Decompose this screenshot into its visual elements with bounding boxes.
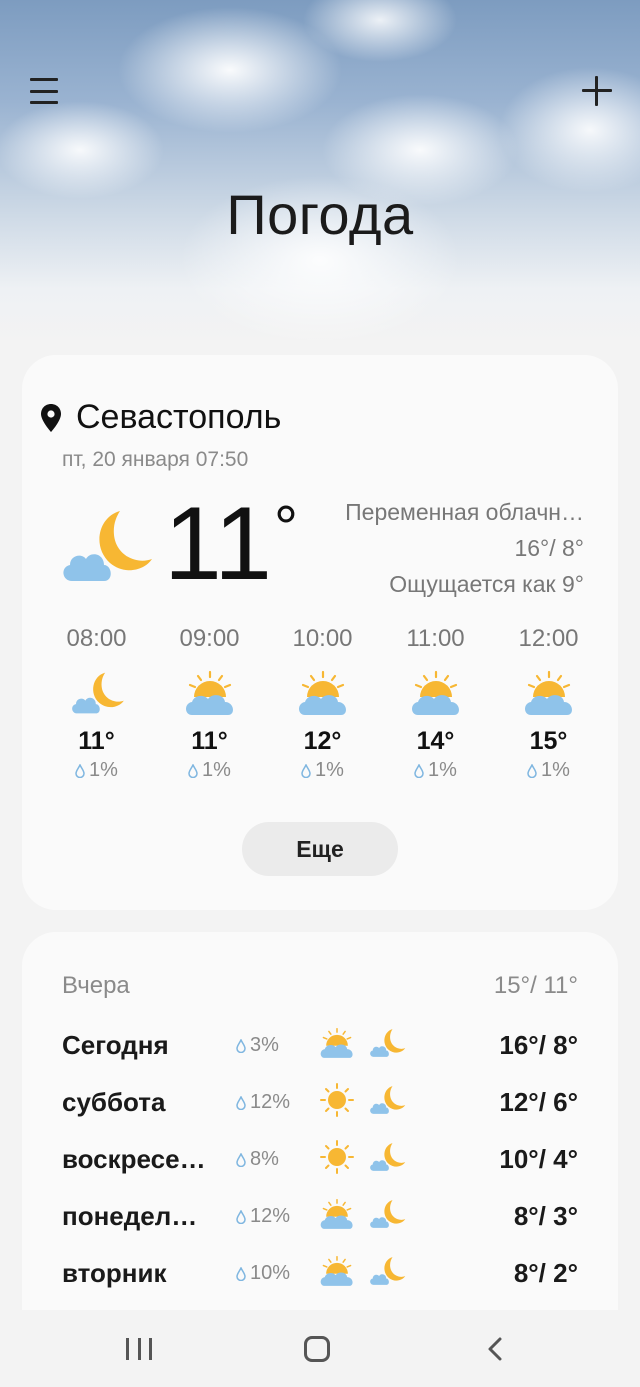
day-temperatures: 12°/ 6° <box>499 1087 578 1117</box>
sun-icon <box>318 1083 356 1117</box>
day-name: вторник <box>62 1258 167 1288</box>
hour-temperature: 14° <box>416 727 455 755</box>
hourly-item: 12:00 15° 1% <box>492 625 605 782</box>
hour-precipitation: 1% <box>492 759 605 782</box>
hour-temperature: 12° <box>303 727 342 755</box>
day-precipitation: 10% <box>236 1262 290 1285</box>
day-temperatures: 8°/ 2° <box>513 1258 578 1288</box>
day-precipitation: 8% <box>236 1148 279 1171</box>
raindrop-icon <box>188 764 198 778</box>
precip-value: 1% <box>428 759 457 781</box>
day-name: понедел… <box>62 1201 198 1231</box>
hour-temperature: 15° <box>529 727 568 755</box>
hour-precipitation: 1% <box>153 759 266 782</box>
night-cloudy-moon-icon <box>368 1026 406 1060</box>
more-button[interactable]: Еще <box>242 822 398 876</box>
raindrop-icon <box>236 1153 246 1167</box>
page-title: Погода <box>226 183 414 246</box>
partly-sunny-icon <box>318 1254 356 1288</box>
precip-value: 3% <box>250 1034 279 1056</box>
current-datetime: пт, 20 января 07:50 <box>62 448 249 471</box>
hour-time: 12:00 <box>518 625 579 652</box>
hourly-item: 10:00 12° 1% <box>266 625 379 782</box>
precip-value: 1% <box>202 759 231 781</box>
daily-row[interactable]: понедел… 12% 8°/ 3° <box>62 1195 578 1235</box>
sun-icon <box>318 1140 356 1174</box>
raindrop-icon <box>75 764 85 778</box>
hour-precipitation: 1% <box>40 759 153 782</box>
plus-icon[interactable] <box>580 74 614 108</box>
partly-sunny-icon <box>318 1197 356 1231</box>
hour-temperature: 11° <box>78 727 115 755</box>
daily-row[interactable]: воскресе… 8% 10°/ 4° <box>62 1138 578 1178</box>
raindrop-icon <box>236 1039 246 1053</box>
hourly-forecast[interactable]: 08:00 11° 1% 09:00 11° 1% 10:00 12° 1% 1… <box>40 625 605 782</box>
back-icon[interactable] <box>486 1336 504 1362</box>
day-precipitation: 12% <box>236 1091 290 1114</box>
current-temperature-value: 11 <box>164 486 272 602</box>
precip-value: 1% <box>315 759 344 781</box>
location-row: Севастополь <box>40 398 281 437</box>
daily-row[interactable]: вторник 10% 8°/ 2° <box>62 1252 578 1292</box>
hour-time: 09:00 <box>179 625 240 652</box>
precip-value: 12% <box>250 1205 291 1227</box>
hour-precipitation: 1% <box>266 759 379 782</box>
night-cloudy-moon-icon <box>368 1140 406 1174</box>
hour-time: 10:00 <box>292 625 353 652</box>
day-name: воскресе… <box>62 1144 206 1174</box>
recent-apps-icon[interactable] <box>126 1338 152 1360</box>
partly-sunny-icon <box>408 669 464 717</box>
night-cloudy-moon-icon <box>69 669 125 717</box>
hour-time: 08:00 <box>66 625 127 652</box>
precip-value: 12% <box>250 1091 291 1113</box>
precip-value: 8% <box>250 1148 279 1170</box>
hourly-item: 11:00 14° 1% <box>379 625 492 782</box>
current-high-low: 16°/ 8° <box>514 535 584 561</box>
hourly-item: 09:00 11° 1% <box>153 625 266 782</box>
precip-value: 10% <box>250 1262 291 1284</box>
night-cloudy-moon-icon <box>58 505 154 587</box>
yesterday-label: Вчера <box>62 972 130 999</box>
day-temperatures: 8°/ 3° <box>513 1201 578 1231</box>
feels-like: Ощущается как 9° <box>389 571 584 597</box>
hour-time: 11:00 <box>406 625 465 652</box>
hour-precipitation: 1% <box>379 759 492 782</box>
home-icon[interactable] <box>304 1336 330 1362</box>
sky-background <box>0 0 640 340</box>
hourly-item: 08:00 11° 1% <box>40 625 153 782</box>
day-precipitation: 3% <box>236 1034 279 1057</box>
day-name: суббота <box>62 1087 166 1117</box>
day-precipitation: 12% <box>236 1205 290 1228</box>
system-navigation-bar <box>0 1310 640 1387</box>
partly-sunny-icon <box>295 669 351 717</box>
night-cloudy-moon-icon <box>368 1197 406 1231</box>
partly-sunny-icon <box>182 669 238 717</box>
night-cloudy-moon-icon <box>368 1254 406 1288</box>
location-pin-icon <box>41 403 61 432</box>
daily-row[interactable]: суббота 12% 12°/ 6° <box>62 1081 578 1121</box>
raindrop-icon <box>236 1096 246 1110</box>
partly-sunny-icon <box>521 669 577 717</box>
night-cloudy-moon-icon <box>368 1083 406 1117</box>
hour-temperature: 11° <box>191 727 228 755</box>
current-condition: Переменная облачн… <box>345 499 584 525</box>
city-name: Севастополь <box>76 398 282 436</box>
daily-row[interactable]: Сегодня 3% 16°/ 8° <box>62 1024 578 1064</box>
partly-sunny-icon <box>318 1026 356 1060</box>
precip-value: 1% <box>89 759 118 781</box>
day-temperatures: 16°/ 8° <box>499 1030 578 1060</box>
raindrop-icon <box>527 764 537 778</box>
current-temperature: 11° <box>164 492 298 596</box>
day-name: Сегодня <box>62 1030 169 1060</box>
degree-sign: ° <box>273 494 298 561</box>
raindrop-icon <box>236 1267 246 1281</box>
raindrop-icon <box>301 764 311 778</box>
raindrop-icon <box>414 764 424 778</box>
precip-value: 1% <box>541 759 570 781</box>
day-temperatures: 10°/ 4° <box>499 1144 578 1174</box>
yesterday-temperatures: 15°/ 11° <box>493 972 578 999</box>
raindrop-icon <box>236 1210 246 1224</box>
hamburger-menu-icon[interactable] <box>30 78 58 104</box>
